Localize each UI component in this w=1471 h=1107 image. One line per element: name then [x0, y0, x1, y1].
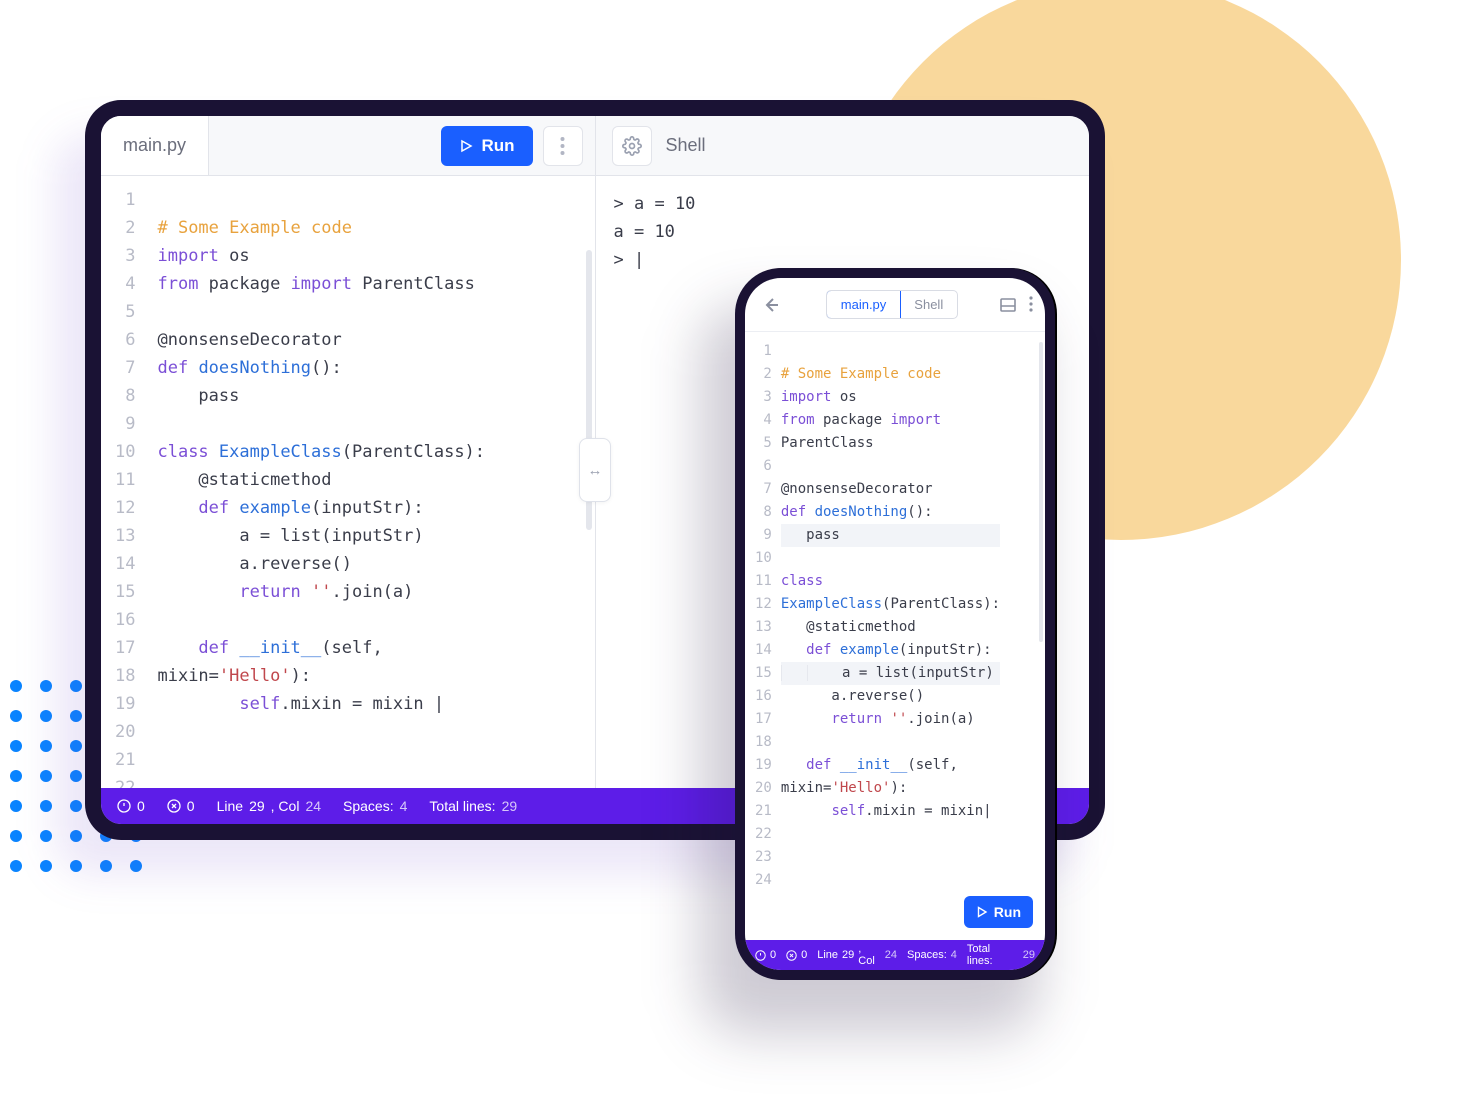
arrow-left-icon: [762, 296, 780, 314]
editor-pane: main.py Run 1234567891011121314151617181…: [101, 116, 595, 788]
phone-header-actions: [999, 296, 1033, 314]
phone-run-label: Run: [994, 904, 1021, 920]
kebab-icon: [560, 136, 565, 156]
status-cursor[interactable]: Line 29, Col 24: [217, 798, 321, 814]
code-editor[interactable]: 1234567891011121314151617181920212223 # …: [101, 176, 595, 788]
line-gutter: 1234567891011121314151617181920212223: [101, 176, 153, 788]
phone-status-cursor[interactable]: Line 29, Col 24: [817, 943, 897, 967]
editor-tab-bar: main.py Run: [101, 116, 595, 176]
panel-icon: [999, 296, 1017, 314]
gear-icon: [622, 136, 642, 156]
play-icon: [459, 139, 473, 153]
back-button[interactable]: [757, 291, 785, 319]
shell-header: Shell: [596, 116, 1090, 176]
status-errors[interactable]: 0: [167, 798, 195, 814]
tab-shell[interactable]: Shell: [900, 291, 957, 318]
phone-code-editor[interactable]: 123456789101112131415161718192021222324 …: [745, 332, 1045, 940]
status-warnings[interactable]: 0: [117, 798, 145, 814]
panel-button[interactable]: [999, 296, 1017, 314]
phone-scrollbar[interactable]: [1039, 342, 1043, 642]
error-icon: [786, 950, 797, 961]
shell-settings-button[interactable]: [612, 126, 652, 166]
split-handle[interactable]: ↔: [579, 438, 611, 502]
warning-icon: [755, 950, 766, 961]
play-icon: [976, 906, 988, 918]
phone-more-button[interactable]: [1029, 296, 1033, 314]
phone-run-button[interactable]: Run: [964, 896, 1033, 928]
status-total-lines: Total lines: 29: [429, 798, 517, 814]
phone-status-spaces[interactable]: Spaces: 4: [907, 949, 957, 961]
phone-header: main.py Shell: [745, 278, 1045, 332]
shell-title: Shell: [666, 135, 706, 156]
phone-screen: main.py Shell 12345678910111213141516171…: [745, 278, 1045, 970]
run-button[interactable]: Run: [441, 126, 532, 166]
phone-device: main.py Shell 12345678910111213141516171…: [735, 268, 1055, 980]
more-button[interactable]: [543, 126, 583, 166]
status-spaces[interactable]: Spaces: 4: [343, 798, 407, 814]
phone-code-content: # Some Example code import os from packa…: [777, 332, 1006, 940]
run-label: Run: [481, 136, 514, 156]
kebab-icon: [1029, 296, 1033, 312]
tab-main[interactable]: main.py: [826, 290, 902, 319]
warning-icon: [117, 799, 131, 813]
file-tab-main[interactable]: main.py: [101, 116, 209, 175]
error-icon: [167, 799, 181, 813]
phone-status-warnings[interactable]: 0: [755, 949, 776, 961]
code-content: # Some Example code import os from packa…: [153, 176, 495, 788]
phone-status-total: Total lines: 29: [967, 943, 1035, 967]
phone-status-bar: 0 0 Line 29, Col 24 Spaces: 4 Total line…: [745, 940, 1045, 970]
phone-line-gutter: 123456789101112131415161718192021222324: [745, 332, 777, 940]
phone-tabs: main.py Shell: [826, 290, 958, 319]
phone-status-errors[interactable]: 0: [786, 949, 807, 961]
